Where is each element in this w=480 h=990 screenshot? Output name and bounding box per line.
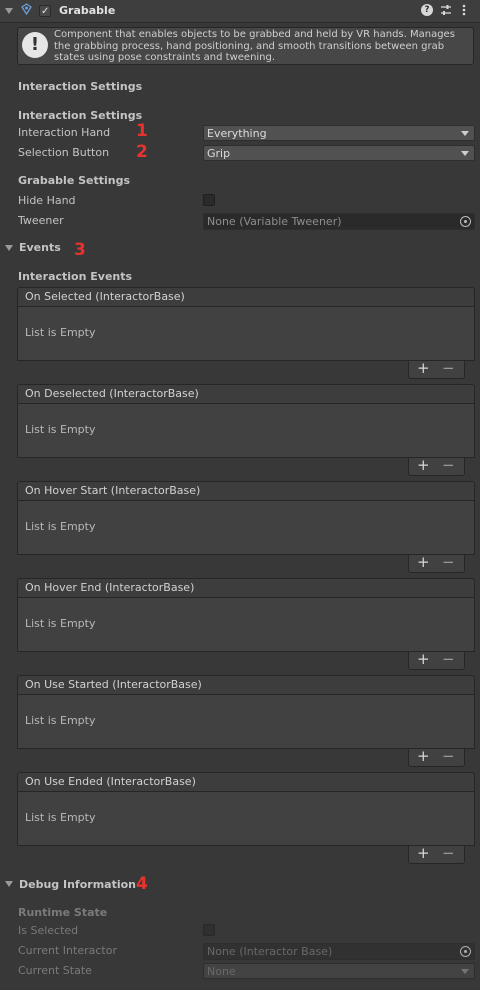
event-list-controls: + − (408, 456, 465, 476)
current-state-dropdown: None (203, 963, 475, 979)
event-header-on-use-started: On Use Started (InteractorBase) (17, 675, 475, 695)
dropdown-arrow-icon (461, 969, 469, 974)
component-enabled-checkbox[interactable] (39, 5, 51, 17)
kebab-menu-icon[interactable] (461, 3, 467, 17)
event-list-controls: + − (408, 844, 465, 864)
is-selected-label: Is Selected (18, 924, 79, 937)
event-list-on-hover-end: List is Empty (17, 598, 475, 652)
section-interaction-settings-top: Interaction Settings (18, 80, 143, 93)
section-interaction-settings: Interaction Settings (18, 109, 143, 122)
add-icon[interactable]: + (417, 359, 430, 377)
events-foldout-arrow-icon[interactable] (5, 245, 13, 251)
annotation-1: 1 (136, 121, 148, 141)
event-list-controls: + − (408, 650, 465, 670)
remove-icon[interactable]: − (442, 747, 455, 765)
object-picker-icon (460, 946, 471, 957)
interaction-hand-dropdown[interactable]: Everything (203, 125, 475, 141)
event-list-controls: + − (408, 747, 465, 767)
current-interactor-label: Current Interactor (18, 944, 117, 957)
event-list-on-use-started: List is Empty (17, 695, 475, 749)
add-icon[interactable]: + (417, 553, 430, 571)
annotation-2: 2 (136, 142, 148, 162)
dropdown-arrow-icon (461, 131, 469, 136)
annotation-4: 4 (136, 874, 148, 894)
event-list-controls: + − (408, 553, 465, 573)
current-interactor-field: None (Interactor Base) (203, 943, 475, 960)
event-header-on-hover-start: On Hover Start (InteractorBase) (17, 481, 475, 501)
help-icon[interactable]: ? (421, 4, 433, 16)
hide-hand-checkbox[interactable] (203, 194, 215, 206)
add-icon[interactable]: + (417, 650, 430, 668)
event-header-on-selected: On Selected (InteractorBase) (17, 287, 475, 307)
event-list-on-deselected: List is Empty (17, 404, 475, 458)
section-grabable-settings: Grabable Settings (18, 174, 131, 187)
preset-icon[interactable] (440, 4, 452, 16)
section-interaction-events: Interaction Events (18, 270, 133, 283)
section-debug-information[interactable]: Debug Information (19, 878, 136, 891)
event-header-on-use-ended: On Use Ended (InteractorBase) (17, 772, 475, 792)
section-runtime-state: Runtime State (18, 906, 108, 919)
tweener-label: Tweener (18, 214, 64, 227)
event-header-on-deselected: On Deselected (InteractorBase) (17, 384, 475, 404)
interaction-hand-label: Interaction Hand (18, 126, 111, 139)
selection-button-label: Selection Button (18, 146, 110, 159)
event-list-on-use-ended: List is Empty (17, 792, 475, 846)
help-text: Component that enables objects to be gra… (54, 29, 455, 64)
debug-foldout-arrow-icon[interactable] (5, 881, 13, 887)
add-icon[interactable]: + (417, 747, 430, 765)
current-state-label: Current State (18, 964, 92, 977)
component-header: Grabable ? (0, 0, 480, 23)
info-icon: ! (22, 32, 48, 58)
remove-icon[interactable]: − (442, 844, 455, 862)
is-selected-checkbox (203, 924, 215, 936)
add-icon[interactable]: + (417, 844, 430, 862)
remove-icon[interactable]: − (442, 553, 455, 571)
event-header-on-hover-end: On Hover End (InteractorBase) (17, 578, 475, 598)
event-list-on-selected: List is Empty (17, 307, 475, 361)
remove-icon[interactable]: − (442, 650, 455, 668)
section-events[interactable]: Events (19, 241, 61, 254)
remove-icon[interactable]: − (442, 359, 455, 377)
hide-hand-label: Hide Hand (18, 194, 76, 207)
component-title: Grabable (59, 4, 116, 17)
event-list-controls: + − (408, 359, 465, 379)
event-list-on-hover-start: List is Empty (17, 501, 475, 555)
selection-button-dropdown[interactable]: Grip (203, 145, 475, 161)
help-box: ! Component that enables objects to be g… (17, 27, 474, 65)
annotation-3: 3 (74, 240, 86, 260)
remove-icon[interactable]: − (442, 456, 455, 474)
foldout-arrow-icon[interactable] (5, 8, 13, 14)
tweener-object-field[interactable]: None (Variable Tweener) (203, 213, 475, 230)
script-icon (21, 3, 32, 16)
add-icon[interactable]: + (417, 456, 430, 474)
dropdown-arrow-icon (461, 151, 469, 156)
object-picker-icon[interactable] (460, 216, 471, 227)
